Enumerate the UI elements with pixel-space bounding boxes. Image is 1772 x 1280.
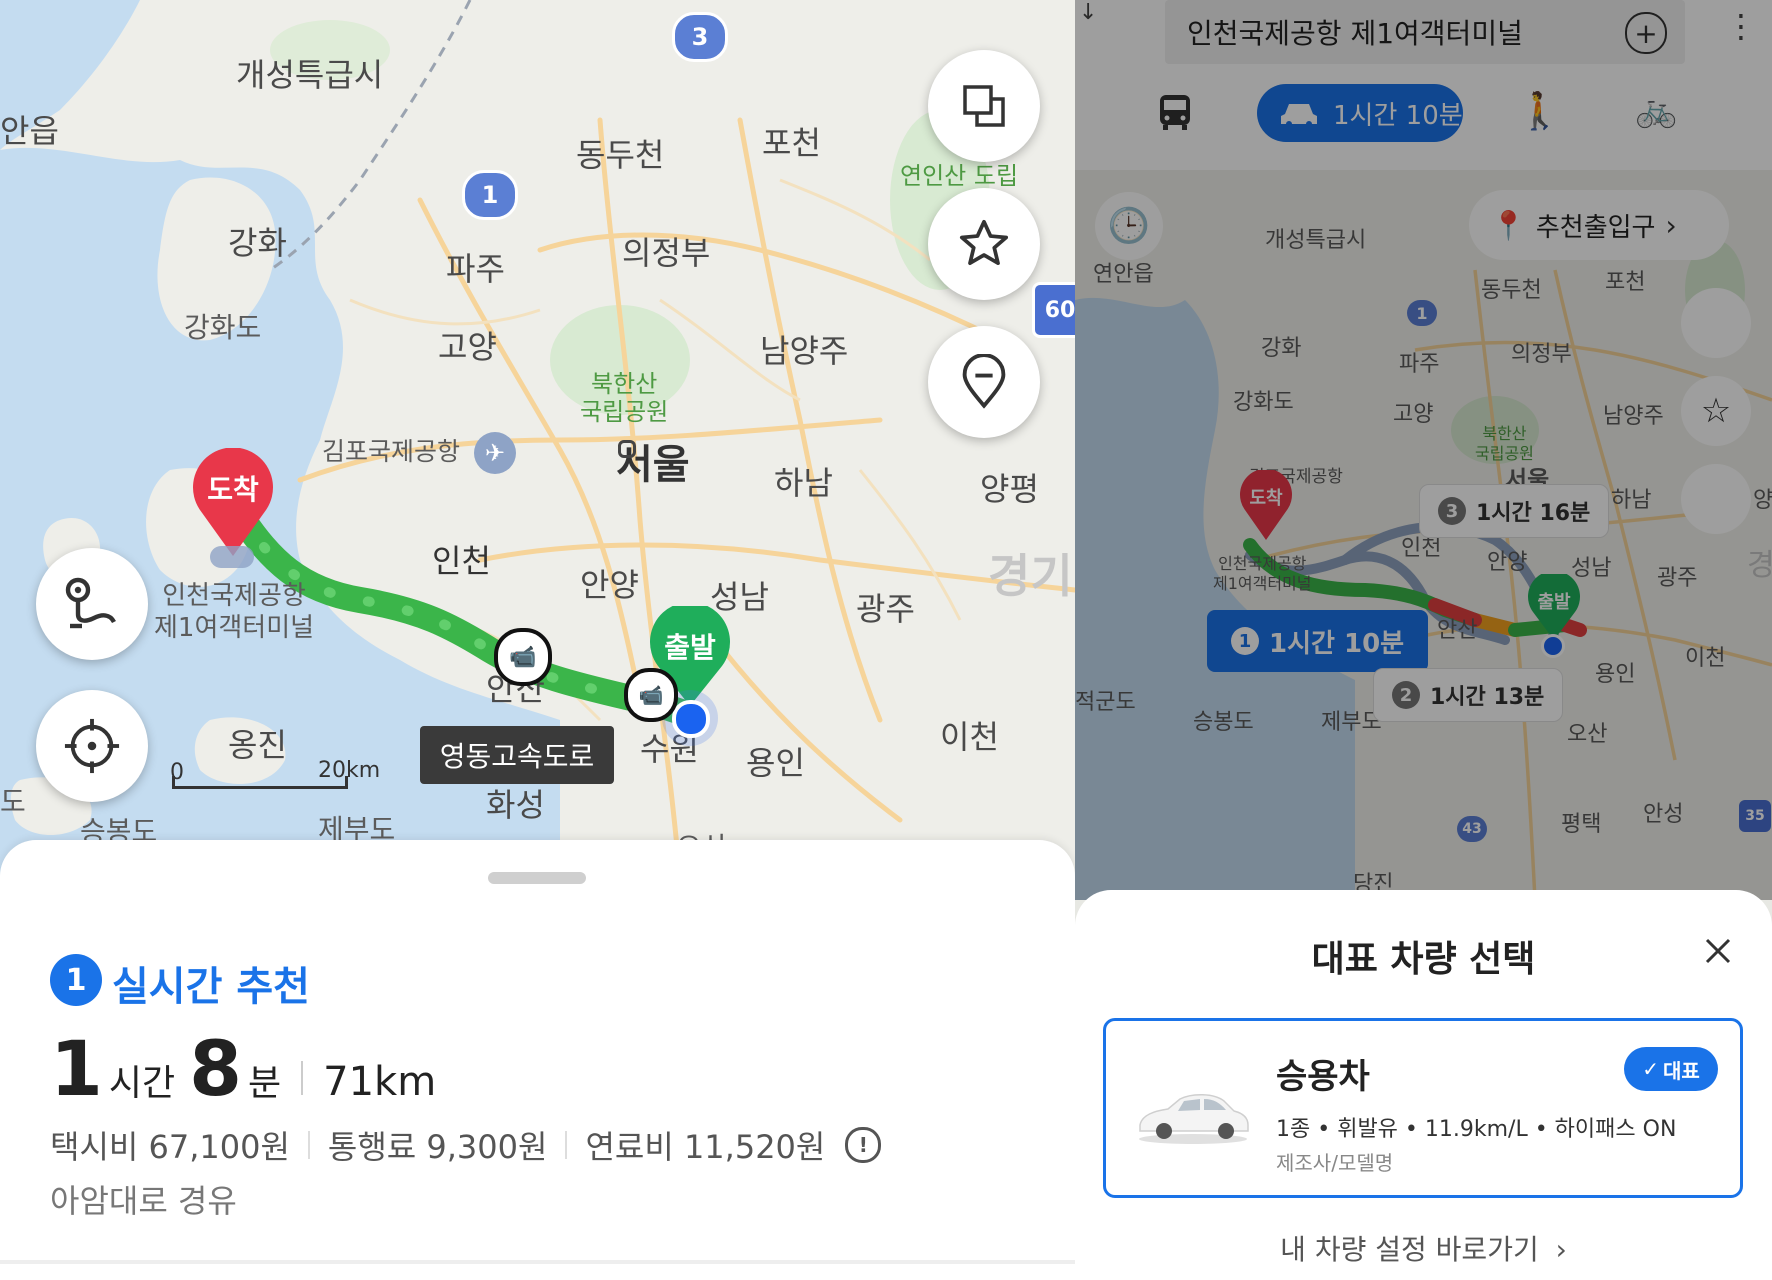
map-label-yeoninsan: 연인산 도립 <box>900 162 1019 190</box>
right-vehicle-select-screen: ↓ 인천국제공항 제1여객터미널 + ⋮ 1시간 10분 🚶 🚲 🕒 📍 추천출… <box>1075 0 1772 1280</box>
route-via: 아암대로 경유 <box>50 1182 237 1220</box>
my-location-dot <box>672 700 710 738</box>
map-label-yongin: 용인 <box>746 744 805 782</box>
map-label-goyang: 고양 <box>438 328 497 366</box>
map-label-incheon-airport: 인천국제공항 제1여객터미널 <box>154 581 315 643</box>
map-label-incheon: 인천 <box>432 542 491 580</box>
layers-button[interactable] <box>928 50 1040 162</box>
airport-shadow <box>210 546 254 568</box>
route-summary-sheet[interactable]: 1 실시간 추천 1 시간 8 분 71km 택시비 67,100원 통행료 9… <box>0 840 1075 1280</box>
map-label-ganghwa: 강화 <box>228 224 287 262</box>
cctv-icon[interactable]: 📹 <box>494 628 552 686</box>
sheet-drag-handle[interactable] <box>488 872 586 884</box>
fuel-cost: 연료비 11,520원 <box>585 1128 826 1166</box>
map-label-ganghwado: 강화도 <box>184 311 262 344</box>
cctv-icon-2[interactable]: 📹 <box>624 668 678 722</box>
pin-minus-icon <box>962 354 1006 409</box>
route-icon <box>65 577 116 629</box>
airport-icon: ✈ <box>474 432 516 474</box>
pin-button[interactable] <box>928 326 1040 438</box>
duration-hours-unit: 시간 <box>108 1063 176 1104</box>
vehicle-card[interactable]: 승용차 ✓ 대표 1종 • 휘발유 • 11.9km/L • 하이패스 ON 제… <box>1103 1018 1743 1198</box>
layers-icon <box>963 85 1005 127</box>
departure-marker-label: 출발 <box>664 631 716 664</box>
primary-tag: ✓ 대표 <box>1624 1047 1718 1091</box>
sheet-divider <box>0 1260 1075 1264</box>
vehicle-specs: 1종 • 휘발유 • 11.9km/L • 하이패스 ON <box>1276 1117 1677 1142</box>
map-label-gyeonggi: 경기 <box>988 549 1073 603</box>
sedan-car-icon <box>1139 1094 1249 1144</box>
vehicle-select-sheet: 대표 차량 선택 승용차 ✓ 대표 1종 • 휘발유 • 11.9km/L • … <box>1075 890 1772 1280</box>
info-icon[interactable]: ! <box>845 1127 882 1163</box>
primary-tag-label: 대표 <box>1662 1058 1700 1083</box>
map-label-hanam: 하남 <box>774 464 833 502</box>
map-label-uijeongbu: 의정부 <box>622 234 711 272</box>
current-location-button[interactable] <box>36 690 148 802</box>
map-label-anup: 안읍 <box>0 112 59 150</box>
modal-backdrop[interactable] <box>1075 0 1772 900</box>
route-number-badge: 1 <box>50 954 102 1006</box>
favorite-button[interactable] <box>928 188 1040 300</box>
route-badge-3: 3 <box>672 12 728 62</box>
sheet-title: 대표 차량 선택 <box>1311 939 1536 980</box>
chevron-right-icon: › <box>1555 1233 1567 1266</box>
route-badge-1: 1 <box>462 170 518 220</box>
star-icon <box>959 219 1009 265</box>
map-label-pocheon: 포천 <box>762 124 821 162</box>
scale-bar <box>172 776 348 789</box>
map-label-yangpyeong: 양평 <box>980 470 1039 508</box>
vehicle-name: 승용차 <box>1276 1057 1370 1097</box>
left-map-screen: 3 1 60 개성특급시 안읍 동두천 포천 연인산 도립 강화 파주 의정부 … <box>0 0 1075 1280</box>
crosshair-icon <box>64 718 120 774</box>
route-badge-60: 60 <box>1032 282 1075 338</box>
route-costs: 택시비 67,100원 통행료 9,300원 연료비 11,520원 ! <box>50 1122 882 1168</box>
map-label-paju: 파주 <box>446 250 505 288</box>
route-duration: 1 시간 8 분 71km <box>50 1024 436 1113</box>
map-label-namyangju: 남양주 <box>760 332 849 370</box>
divider <box>565 1131 568 1159</box>
arrival-marker-label: 도착 <box>207 473 259 506</box>
map-label-dongducheon: 동두천 <box>576 136 665 174</box>
map-label-icheon: 이천 <box>940 718 999 756</box>
close-icon[interactable] <box>1703 936 1733 966</box>
map-label-gimpo-airport: 김포국제공항 <box>322 437 461 466</box>
map-label-kaeseong: 개성특급시 <box>236 56 384 94</box>
link-label: 내 차량 설정 바로가기 <box>1280 1233 1539 1266</box>
map-label-bukhansan: 북한산 국립공원 <box>580 370 669 426</box>
route-distance: 71km <box>323 1059 437 1105</box>
map-label-hwaseong: 화성 <box>486 786 545 824</box>
divider <box>307 1131 310 1159</box>
duration-hours: 1 <box>50 1024 103 1113</box>
route-options-button[interactable] <box>36 548 148 660</box>
vehicle-maker: 제조사/모델명 <box>1276 1151 1394 1175</box>
map-label-ongjin: 옹진 <box>228 726 287 764</box>
capital-dot-icon <box>618 440 636 458</box>
divider <box>301 1061 304 1095</box>
route-title: 실시간 추천 <box>112 964 310 1010</box>
taxi-fare: 택시비 67,100원 <box>50 1128 290 1166</box>
road-name-tooltip: 영동고속도로 <box>420 726 614 784</box>
map-label-anyang: 안양 <box>580 566 639 604</box>
map-label-do: 도 <box>0 785 26 818</box>
map-label-gwangju: 광주 <box>856 590 915 628</box>
checkmark-icon: ✓ <box>1642 1057 1659 1081</box>
duration-minutes: 8 <box>189 1024 243 1113</box>
my-vehicle-settings-link[interactable]: 내 차량 설정 바로가기 › <box>1075 1228 1772 1268</box>
toll-fee: 통행료 9,300원 <box>327 1128 548 1166</box>
duration-minutes-unit: 분 <box>248 1063 282 1104</box>
